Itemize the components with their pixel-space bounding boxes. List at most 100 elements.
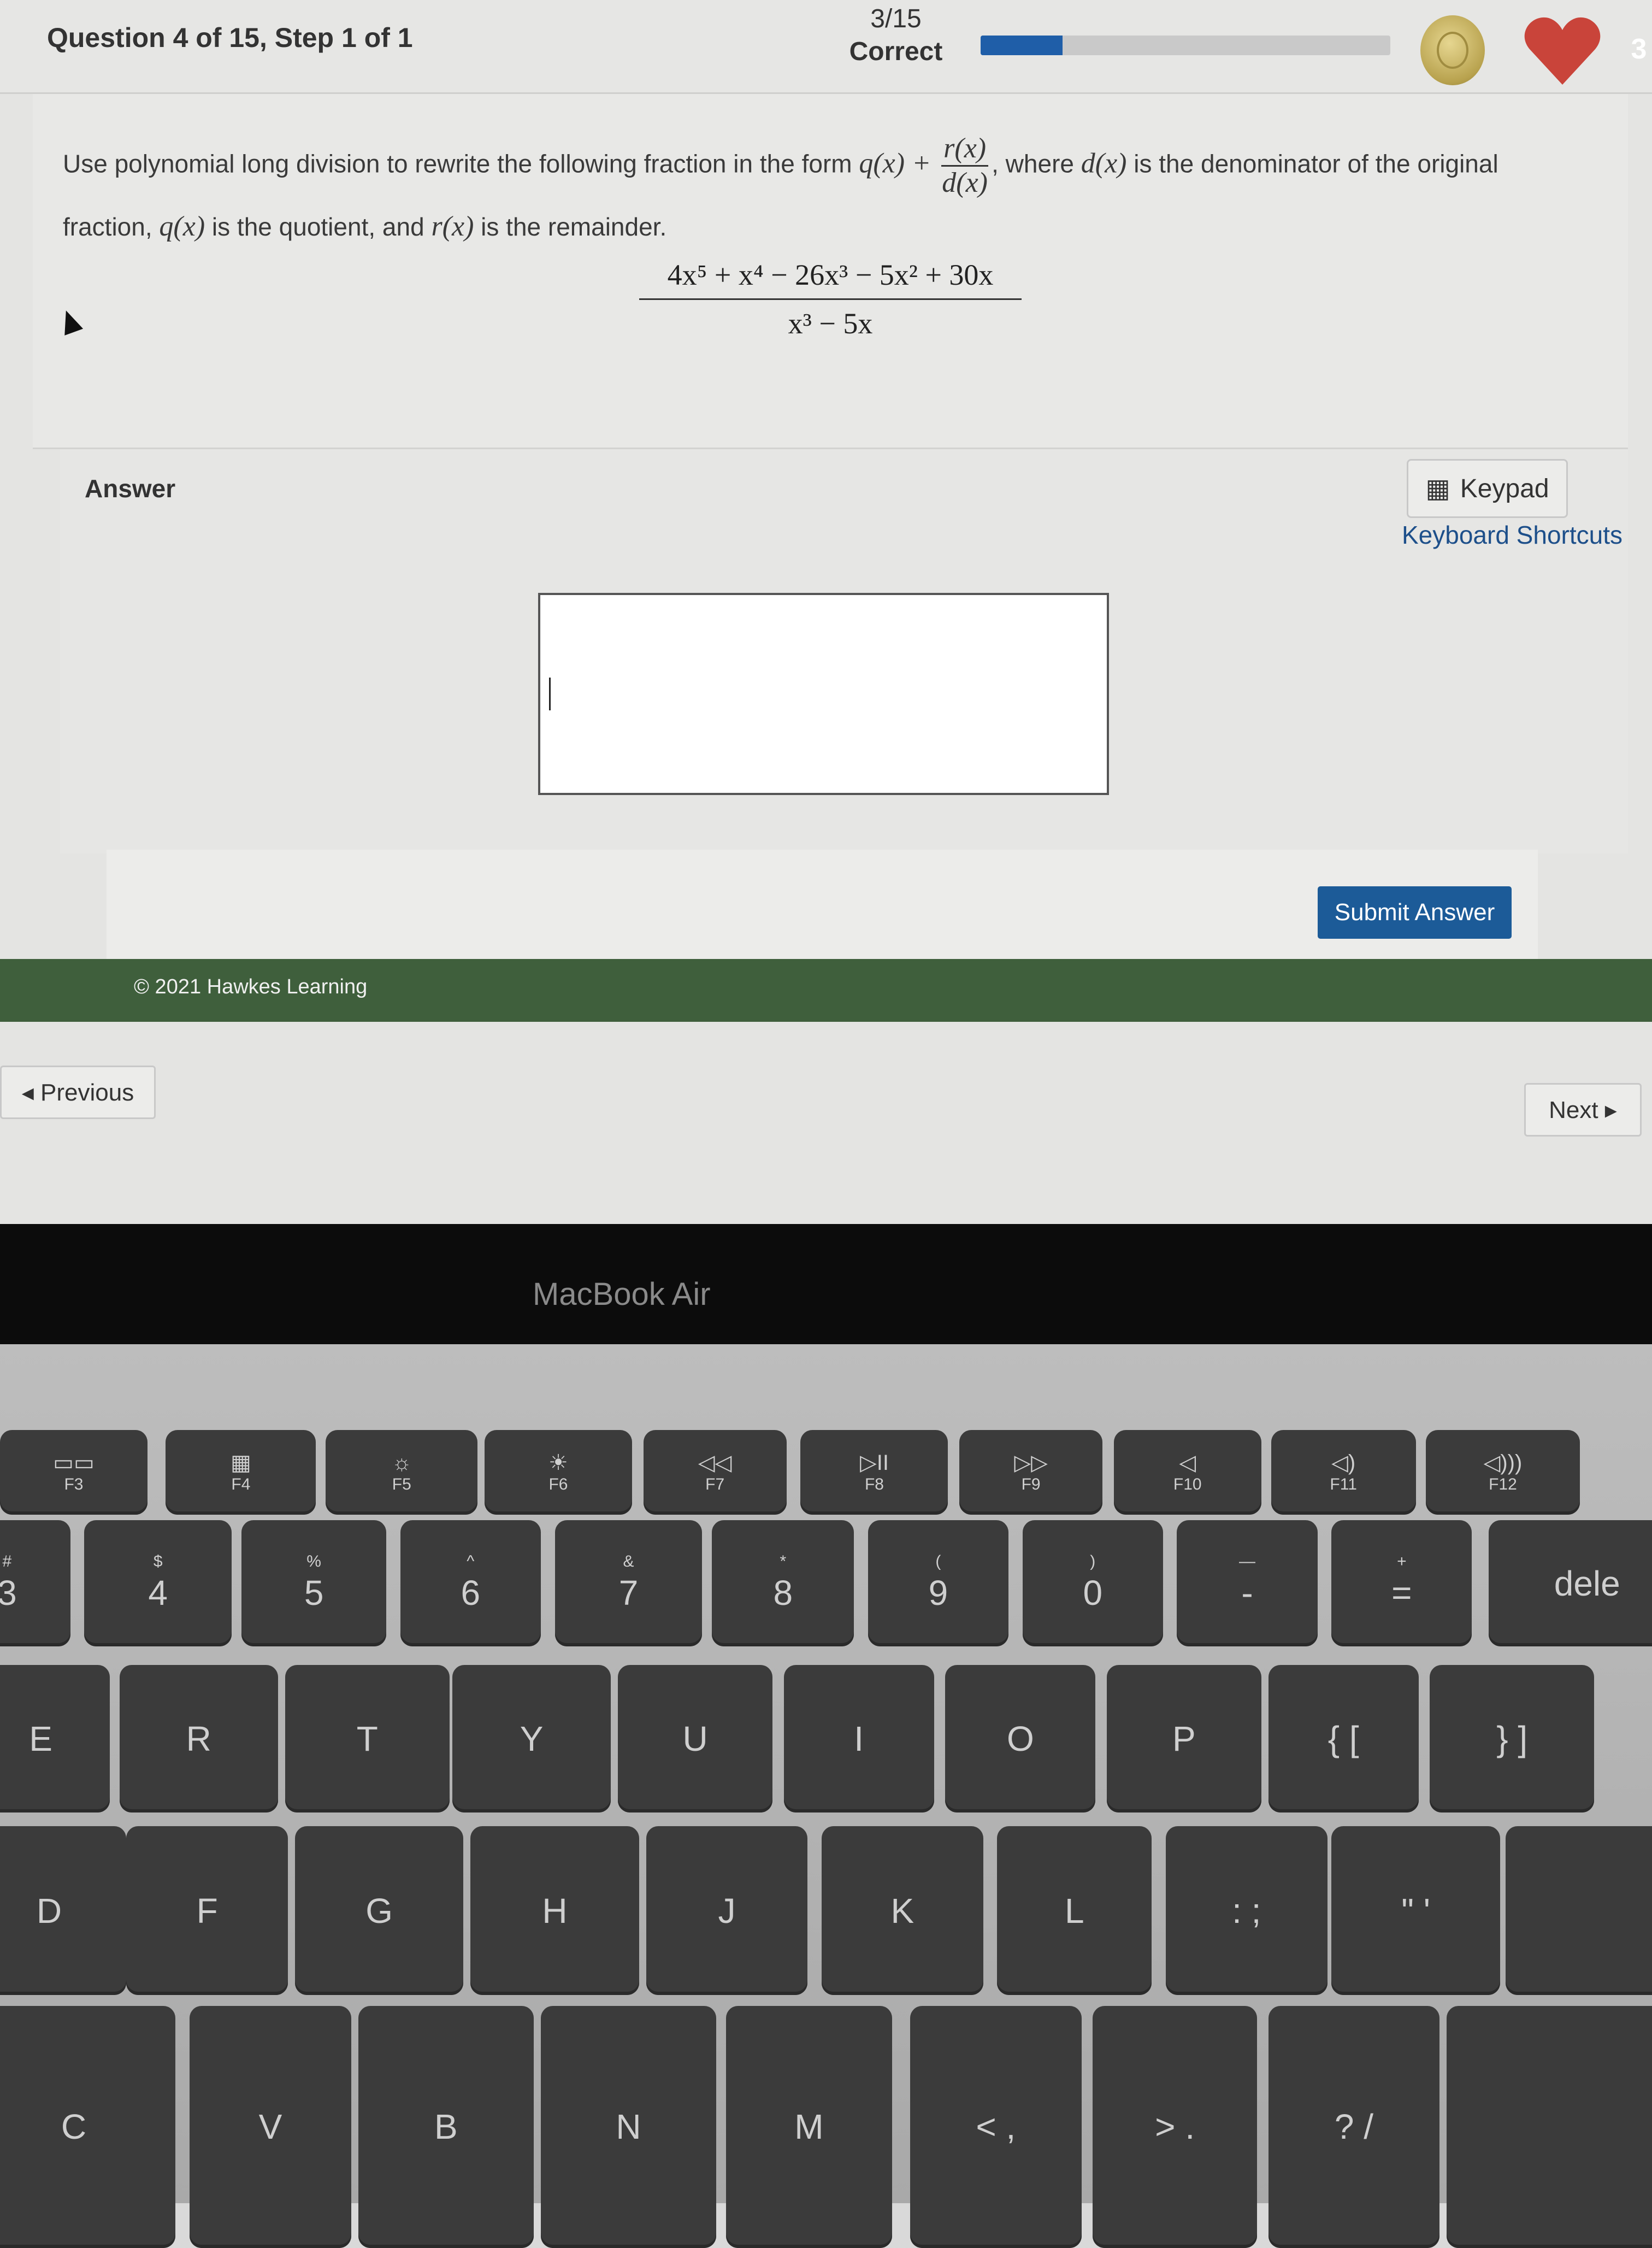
function-key[interactable]: ◁) F11 xyxy=(1271,1430,1416,1515)
function-key[interactable]: ▭▭ F3 xyxy=(0,1430,148,1515)
number-key[interactable]: $4 xyxy=(84,1520,232,1647)
key-label: D xyxy=(36,1891,62,1931)
key-label: < , xyxy=(976,2107,1016,2147)
form-fraction: r(x) d(x) xyxy=(941,132,989,199)
function-key[interactable]: ◁ F10 xyxy=(1113,1430,1261,1515)
key-label: I xyxy=(854,1719,864,1758)
key-label: : ; xyxy=(1232,1891,1261,1931)
letter-key[interactable]: P xyxy=(1106,1664,1261,1812)
function-key[interactable]: ☼ F5 xyxy=(326,1430,478,1515)
function-key[interactable]: ▷II F8 xyxy=(800,1430,948,1515)
function-key[interactable]: ▷▷ F9 xyxy=(959,1430,1103,1515)
letter-key[interactable]: } ] xyxy=(1430,1664,1595,1812)
key-shift-label: & xyxy=(623,1552,634,1570)
key-label: V xyxy=(258,2107,282,2147)
key-label: N xyxy=(616,2107,641,2147)
key-label: F12 xyxy=(1489,1475,1517,1494)
key-label: 4 xyxy=(148,1573,168,1613)
letter-key[interactable]: F xyxy=(126,1826,288,1995)
keypad-button[interactable]: ▦ Keypad xyxy=(1407,459,1568,518)
letter-key[interactable]: G xyxy=(294,1826,464,1995)
letter-key[interactable]: E xyxy=(0,1664,110,1812)
answer-section: Answer ▦ Keypad Keyboard Shortcuts xyxy=(60,449,1628,854)
answer-input[interactable] xyxy=(538,593,1109,795)
letter-key[interactable] xyxy=(1506,1826,1652,1995)
footer: © 2021 Hawkes Learning xyxy=(0,959,1652,1022)
key-label: F xyxy=(196,1891,218,1931)
key-label: R xyxy=(186,1719,211,1758)
key-label: H xyxy=(542,1891,568,1931)
mouse-pointer-icon xyxy=(56,307,84,336)
letter-key[interactable]: T xyxy=(285,1664,450,1812)
key-label: M xyxy=(794,2107,824,2147)
number-key[interactable]: % 5 xyxy=(241,1520,387,1647)
letter-key[interactable]: R xyxy=(119,1664,279,1812)
number-key[interactable]: (9 xyxy=(868,1520,1008,1647)
letter-key[interactable]: ? / xyxy=(1268,2006,1440,2248)
next-button[interactable]: Next ▸ xyxy=(1524,1083,1642,1137)
key-label: = xyxy=(1391,1573,1412,1613)
letter-key[interactable]: J xyxy=(646,1826,808,1995)
letter-key[interactable]: : ; xyxy=(1165,1826,1328,1995)
key-label: 6 xyxy=(461,1573,481,1613)
letter-key[interactable]: N xyxy=(540,2006,717,2248)
letter-key[interactable]: B xyxy=(358,2006,534,2248)
coin-icon[interactable] xyxy=(1420,15,1485,85)
key-label: L xyxy=(1065,1891,1084,1931)
number-key[interactable]: — - xyxy=(1177,1520,1318,1647)
key-icon: ◁◁ xyxy=(698,1451,732,1475)
letter-key[interactable]: V xyxy=(190,2006,351,2248)
key-label: F7 xyxy=(705,1475,725,1494)
letter-key[interactable]: Y xyxy=(452,1664,611,1812)
submit-answer-button[interactable]: Submit Answer xyxy=(1318,886,1512,939)
math-rx: r(x) xyxy=(431,211,474,242)
letter-key[interactable]: > . xyxy=(1093,2006,1258,2248)
keyboard-shortcuts-link[interactable]: Keyboard Shortcuts xyxy=(1317,520,1622,550)
number-key[interactable]: ) 0 xyxy=(1022,1520,1163,1647)
number-key[interactable]: * 8 xyxy=(712,1520,854,1647)
key-label: } ] xyxy=(1496,1719,1528,1758)
function-key[interactable]: ◁◁ F7 xyxy=(643,1430,787,1515)
letter-key[interactable]: I xyxy=(783,1664,934,1812)
key-label: > . xyxy=(1155,2107,1195,2147)
key-label: 5 xyxy=(304,1573,324,1613)
letter-key[interactable]: O xyxy=(945,1664,1096,1812)
key-label: F10 xyxy=(1173,1475,1202,1494)
key-label: - xyxy=(1241,1573,1253,1613)
question-panel: Use polynomial long division to rewrite … xyxy=(33,94,1628,449)
question-text-part: is the quotient, and xyxy=(205,213,432,241)
key-shift-label: ( xyxy=(935,1552,941,1570)
letter-key[interactable]: U xyxy=(618,1664,773,1812)
letter-key[interactable]: < , xyxy=(910,2006,1082,2248)
fraction-denominator: x³ − 5x xyxy=(788,307,873,340)
letter-key[interactable]: " ' xyxy=(1331,1826,1500,1995)
letter-key[interactable]: H xyxy=(470,1826,639,1995)
key-label: J xyxy=(718,1891,736,1931)
key-label: " ' xyxy=(1401,1891,1430,1931)
letter-key[interactable]: D xyxy=(0,1826,127,1995)
letter-key[interactable]: C xyxy=(0,2006,176,2248)
number-key[interactable]: #3 xyxy=(0,1520,70,1647)
key-label: 8 xyxy=(773,1573,793,1613)
previous-button[interactable]: ◂ Previous xyxy=(0,1066,156,1119)
number-key[interactable]: dele xyxy=(1489,1520,1652,1647)
number-key[interactable]: + = xyxy=(1331,1520,1472,1647)
progress-bar xyxy=(981,36,1390,55)
key-label: 7 xyxy=(618,1573,639,1613)
letter-key[interactable]: { [ xyxy=(1268,1664,1419,1812)
letter-key[interactable] xyxy=(1447,2006,1652,2248)
key-icon: ◁ xyxy=(1179,1451,1196,1475)
number-key[interactable]: & 7 xyxy=(554,1520,703,1647)
letter-key[interactable]: M xyxy=(726,2006,892,2248)
key-label: ? / xyxy=(1334,2107,1374,2147)
function-key[interactable]: ◁))) F12 xyxy=(1425,1430,1580,1515)
function-key[interactable]: ▦ F4 xyxy=(166,1430,316,1515)
score-value: 3/15 xyxy=(870,4,922,33)
letter-key[interactable]: L xyxy=(997,1826,1152,1995)
function-key[interactable]: ☀ F6 xyxy=(484,1430,632,1515)
heart-icon xyxy=(1524,17,1601,85)
letter-key[interactable]: K xyxy=(822,1826,983,1995)
number-key[interactable]: ^ 6 xyxy=(400,1520,541,1647)
key-label: 0 xyxy=(1083,1573,1103,1613)
question-title: Question 4 of 15, Step 1 of 1 xyxy=(47,22,413,53)
